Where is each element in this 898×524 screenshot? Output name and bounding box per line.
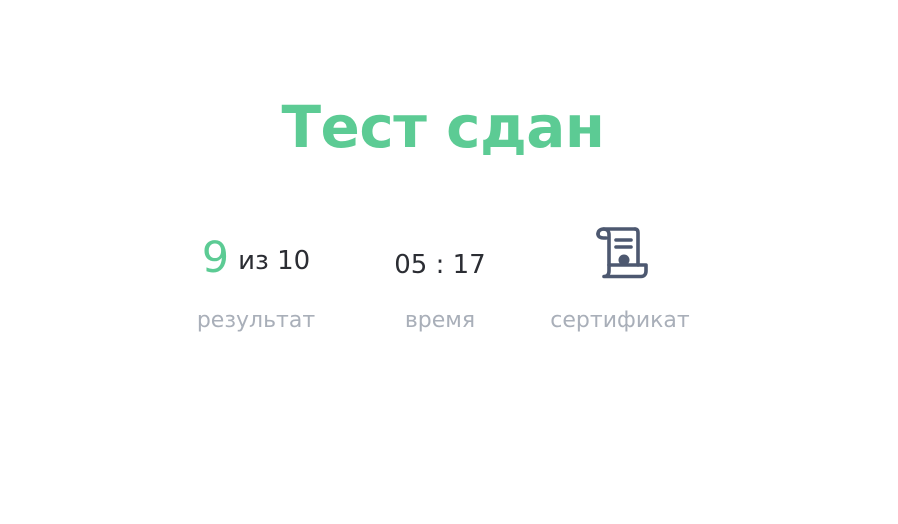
result-score: 9 — [201, 233, 230, 283]
time-stat: 05 : 17 время — [345, 228, 535, 333]
certificate-icon-wrap[interactable] — [525, 227, 715, 294]
time-value-wrap: 05 : 17 — [345, 228, 535, 294]
test-result-title: Тест сдан — [281, 93, 605, 161]
result-value: 9 из 10 — [161, 228, 351, 294]
certificate-stat[interactable]: сертификат — [525, 227, 715, 333]
certificate-label[interactable]: сертификат — [525, 308, 715, 333]
result-label: результат — [196, 308, 316, 333]
result-stat: 9 из 10 результат — [161, 228, 351, 333]
result-score-total: из 10 — [238, 246, 311, 276]
time-label: время — [404, 308, 476, 333]
certificate-scroll-icon[interactable] — [594, 227, 650, 279]
time-value: 05 : 17 — [394, 250, 486, 280]
